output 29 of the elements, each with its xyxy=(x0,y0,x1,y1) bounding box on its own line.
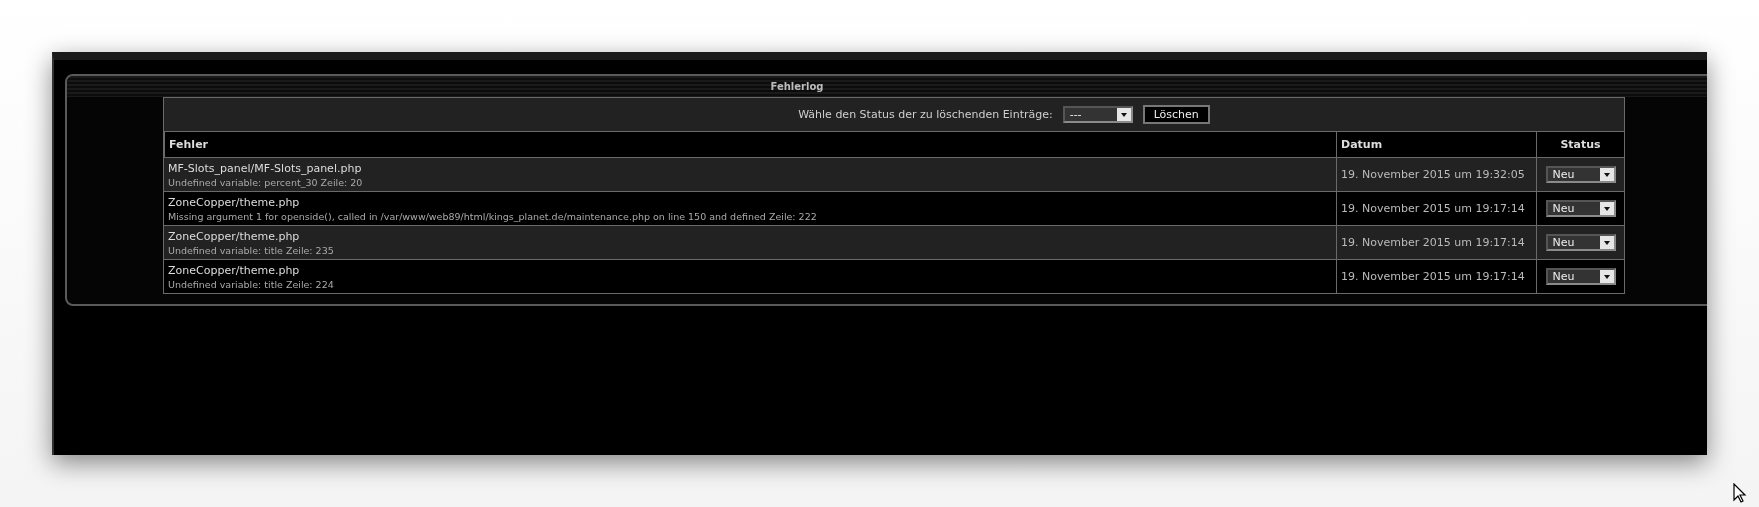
error-file: ZoneCopper/theme.php xyxy=(168,263,301,277)
caret-icon xyxy=(1116,108,1131,121)
status-select[interactable]: --- xyxy=(1062,106,1133,123)
delete-button[interactable]: Löschen xyxy=(1142,105,1210,124)
caret-icon xyxy=(1599,270,1614,283)
error-file: ZoneCopper/theme.php xyxy=(168,195,301,209)
column-header: Status xyxy=(1536,132,1624,158)
mouse-pointer-icon xyxy=(1733,483,1747,503)
delete-status-label: Wähle den Status der zu löschenden Einträge: xyxy=(798,108,1053,121)
status-select[interactable]: Neu xyxy=(1545,268,1616,285)
error-message: Undefined variable: title Zeile: 235 xyxy=(168,244,335,256)
caret-icon xyxy=(1599,236,1614,249)
column-header: Fehler xyxy=(164,132,1336,158)
error-file: MF-Slots_panel/MF-Slots_panel.php xyxy=(168,161,363,175)
status-select[interactable]: Neu xyxy=(1545,234,1616,251)
date-cell: 19. November 2015 um 19:32:05 xyxy=(1336,158,1536,192)
date-cell: 19. November 2015 um 19:17:14 xyxy=(1336,260,1536,293)
panel-title: Fehlerlog xyxy=(770,81,824,92)
error-message: Missing argument 1 for openside(), called in /var/www/web89/html/kings_planet.de/maintenance.php on line 150 and defined Zeile: 222 xyxy=(168,210,818,222)
caret-icon xyxy=(1599,202,1614,215)
status-select[interactable]: Neu xyxy=(1545,200,1616,217)
error-file: ZoneCopper/theme.php xyxy=(168,229,301,243)
error-message: Undefined variable: title Zeile: 224 xyxy=(168,278,335,290)
column-header: Datum xyxy=(1336,132,1536,158)
date-cell: 19. November 2015 um 19:17:14 xyxy=(1336,226,1536,260)
date-cell: 19. November 2015 um 19:17:14 xyxy=(1336,192,1536,226)
error-message: Undefined variable: percent_30 Zeile: 20 xyxy=(168,176,364,188)
status-select[interactable]: Neu xyxy=(1545,166,1616,183)
caret-icon xyxy=(1599,168,1614,181)
